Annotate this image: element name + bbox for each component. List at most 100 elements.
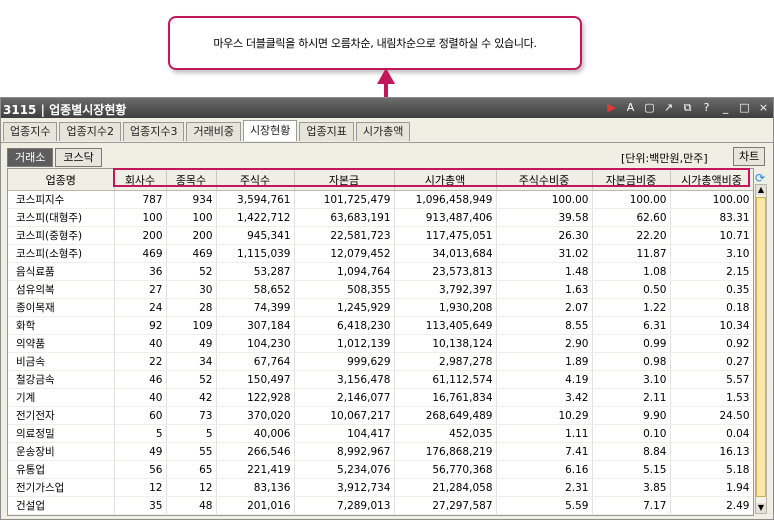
- value-cell: 3,792,397: [394, 280, 497, 299]
- value-cell: 10.71: [670, 226, 753, 245]
- value-cell: 101,725,479: [294, 190, 395, 209]
- value-cell: 30: [166, 280, 217, 299]
- scroll-up-icon[interactable]: ▲: [756, 185, 766, 195]
- value-cell: 0.10: [592, 424, 671, 443]
- value-cell: 8.55: [496, 316, 593, 335]
- table-row[interactable]: 비금속 22 34 67,764 999,629 2,987,278 1.89 0.98 0.2…: [8, 352, 753, 371]
- exchange-button[interactable]: 거래소: [7, 148, 54, 167]
- table-row[interactable]: 전기전자 60 73 370,020 10,067,217 268,649,489 10.2…: [8, 406, 753, 425]
- table-row[interactable]: 의료정밀 5 5 40,006 104,417 452,035 1.11 0.10 0.04: [8, 424, 753, 443]
- table-row[interactable]: 코스피(대형주) 100 100 1,422,712 63,683,191 913,487…: [8, 208, 753, 227]
- value-cell: 16.13: [670, 442, 753, 461]
- value-cell: 0.04: [670, 424, 753, 443]
- scroll-down-icon[interactable]: ▼: [756, 503, 766, 513]
- table-row[interactable]: 운송장비 49 55 266,546 8,992,967 176,868,219 7.41 8…: [8, 442, 753, 461]
- value-cell: 2.31: [496, 478, 593, 497]
- market-toggle: 거래소 코스닥: [7, 148, 104, 167]
- table-row[interactable]: 섬유의복 27 30 58,652 508,355 3,792,397 1.63 0.50 0.…: [8, 280, 753, 299]
- table-row[interactable]: 의약품 40 49 104,230 1,012,139 10,138,124 2.90 0.9…: [8, 334, 753, 353]
- col-header-market-cap-ratio[interactable]: 시가총액비중: [670, 169, 753, 191]
- value-cell: 2.49: [670, 496, 753, 515]
- col-header-issues[interactable]: 종목수: [166, 169, 217, 191]
- table-row[interactable]: 유통업 56 65 221,419 5,234,076 56,770,368 6.16 5.1…: [8, 460, 753, 479]
- table-row[interactable]: 전기가스업 12 12 83,136 3,912,734 21,284,058 2.31 3.…: [8, 478, 753, 497]
- value-cell: 2.07: [496, 298, 593, 317]
- value-cell: 0.92: [670, 334, 753, 353]
- sector-name-cell: 유통업: [8, 460, 115, 479]
- table-body: 코스피지수 787 934 3,594,761 101,725,479 1,096,458…: [8, 190, 753, 515]
- kosdaq-button[interactable]: 코스닥: [55, 148, 102, 167]
- value-cell: 2.15: [670, 262, 753, 281]
- tab-sector-indicator[interactable]: 업종지표: [299, 122, 354, 141]
- value-cell: 1,096,458,949: [394, 190, 497, 209]
- sector-name-cell: 기계: [8, 388, 115, 407]
- tab-sector-index-2[interactable]: 업종지수2: [59, 122, 121, 141]
- value-cell: 1,422,712: [216, 208, 295, 227]
- value-cell: 104,230: [216, 334, 295, 353]
- maximize-icon[interactable]: □: [739, 101, 750, 115]
- value-cell: 62.60: [592, 208, 671, 227]
- value-cell: 92: [114, 316, 167, 335]
- value-cell: 469: [166, 244, 217, 263]
- tab-trade-share[interactable]: 거래비중: [186, 122, 241, 141]
- sector-name-cell: 비금속: [8, 352, 115, 371]
- scroll-thumb[interactable]: [756, 197, 766, 497]
- value-cell: 100.00: [670, 190, 753, 209]
- sector-name-cell: 전기가스업: [8, 478, 115, 497]
- col-header-companies[interactable]: 회사수: [114, 169, 167, 191]
- value-cell: 49: [166, 334, 217, 353]
- vertical-scrollbar[interactable]: ▲ ▼: [755, 184, 767, 514]
- unit-label: [단위:백만원,만주]: [621, 152, 708, 165]
- minimize-icon[interactable]: _: [720, 101, 731, 115]
- value-cell: 22,803,018: [394, 514, 497, 515]
- col-header-shares-ratio[interactable]: 주식수비중: [496, 169, 593, 191]
- value-cell: 2,987,278: [394, 352, 497, 371]
- value-cell: 1,245,929: [294, 298, 395, 317]
- tab-bar: 업종지수 업종지수2 업종지수3 거래비중 시장현황 업종지표 시가총액: [3, 120, 412, 142]
- sort-hint-text: 마우스 더블클릭을 하시면 오름차순, 내림차순으로 정렬하실 수 있습니다.: [213, 37, 537, 50]
- refresh-icon[interactable]: ⟳: [755, 171, 765, 185]
- value-cell: 2.11: [592, 388, 671, 407]
- col-header-market-cap[interactable]: 시가총액: [394, 169, 497, 191]
- value-cell: 22,581,723: [294, 226, 395, 245]
- title-bar-buttons: ▶ A ▢ ↗ ⧉ ? _ □ ×: [606, 101, 769, 115]
- sector-name-cell: 화학: [8, 316, 115, 335]
- screen-icon[interactable]: ▢: [644, 101, 655, 115]
- value-cell: 49: [114, 442, 167, 461]
- table-row[interactable]: 코스피지수 787 934 3,594,761 101,725,479 1,096,458…: [8, 190, 753, 209]
- chart-button[interactable]: 차트: [733, 147, 766, 166]
- link-icon[interactable]: ↗: [663, 101, 674, 115]
- value-cell: 1,094,764: [294, 262, 395, 281]
- value-cell: 55: [166, 442, 217, 461]
- play-icon[interactable]: ▶: [606, 101, 617, 115]
- value-cell: 469: [114, 244, 167, 263]
- col-header-sector[interactable]: 업종명: [8, 169, 115, 191]
- table-row[interactable]: 철강금속 46 52 150,497 3,156,478 61,112,574 4.19 3.…: [8, 370, 753, 389]
- value-cell: 3,342,372: [294, 514, 395, 515]
- table-row[interactable]: 운수창고2124103,2603,342,37222,803,0182.873.…: [8, 514, 753, 515]
- col-header-capital[interactable]: 자본금: [294, 169, 395, 191]
- col-header-capital-ratio[interactable]: 자본금비중: [592, 169, 671, 191]
- help-icon[interactable]: ?: [701, 101, 712, 115]
- copy-window-icon[interactable]: ⧉: [682, 101, 693, 115]
- value-cell: 452,035: [394, 424, 497, 443]
- table-row[interactable]: 코스피(중형주) 200 200 945,341 22,581,723 117,475,0…: [8, 226, 753, 245]
- table-row[interactable]: 화학 92 109 307,184 6,418,230 113,405,649 8.55 6.…: [8, 316, 753, 335]
- table-row[interactable]: 코스피(소형주) 469 469 1,115,039 12,079,452 34,013,…: [8, 244, 753, 263]
- tab-sector-index[interactable]: 업종지수: [3, 122, 58, 141]
- value-cell: 113,405,649: [394, 316, 497, 335]
- tab-market-cap[interactable]: 시가총액: [355, 122, 411, 141]
- tab-market-status[interactable]: 시장현황: [242, 120, 298, 141]
- close-icon[interactable]: ×: [758, 101, 769, 115]
- table-row[interactable]: 건설업 35 48 201,016 7,289,013 27,297,587 5.59 7.1…: [8, 496, 753, 515]
- value-cell: 83,136: [216, 478, 295, 497]
- tab-sector-index-3[interactable]: 업종지수3: [122, 122, 185, 141]
- table-row[interactable]: 음식료품 36 52 53,287 1,094,764 23,573,813 1.48 1.0…: [8, 262, 753, 281]
- value-cell: 22.20: [592, 226, 671, 245]
- col-header-shares[interactable]: 주식수: [216, 169, 295, 191]
- value-cell: 56,770,368: [394, 460, 497, 479]
- font-size-icon[interactable]: A: [625, 101, 636, 115]
- value-cell: 40: [114, 388, 167, 407]
- table-row[interactable]: 기계 40 42 122,928 2,146,077 16,761,834 3.42 2.11…: [8, 388, 753, 407]
- table-row[interactable]: 종이목재 24 28 74,399 1,245,929 1,930,208 2.07 1.22…: [8, 298, 753, 317]
